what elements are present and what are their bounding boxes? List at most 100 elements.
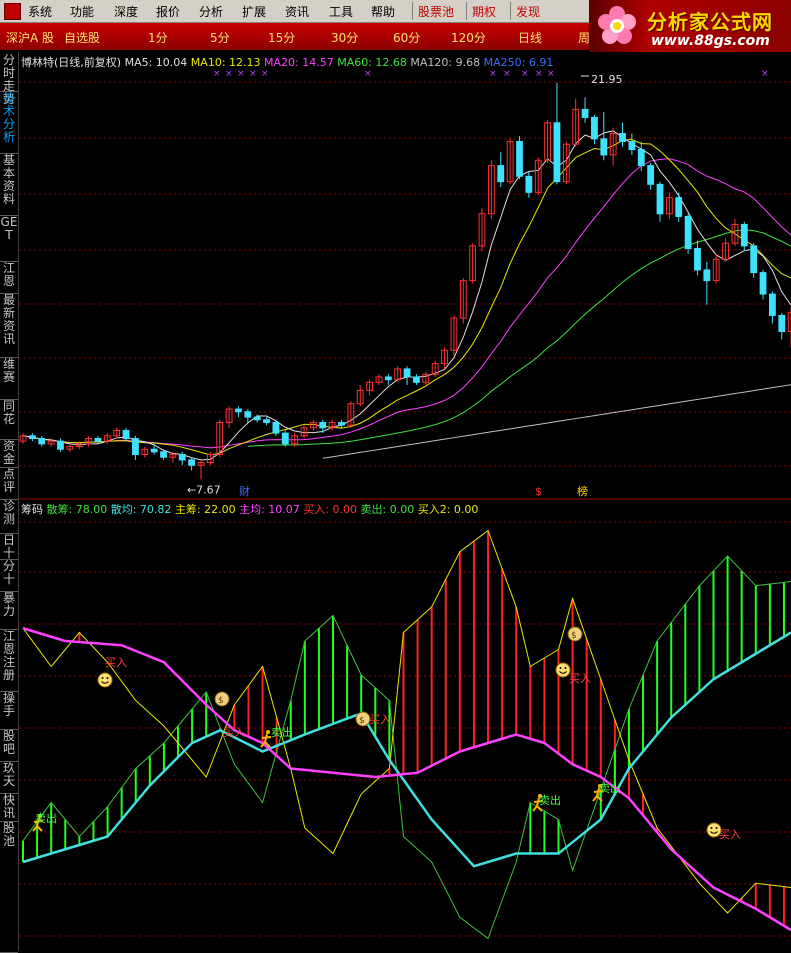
top-cross-marker-11: ×: [761, 69, 769, 79]
side-tab-9[interactable]: 点评: [0, 466, 18, 500]
side-tab-0[interactable]: 分时走势: [0, 52, 18, 106]
side-tab-13[interactable]: 暴力: [0, 590, 18, 630]
side-tab-16[interactable]: 股吧: [0, 728, 18, 762]
menu-item-2[interactable]: 深度: [114, 3, 138, 20]
side-tab-10[interactable]: 诊测: [0, 498, 18, 534]
menu-separator: [466, 2, 467, 20]
candle-body-79: [759, 272, 767, 295]
top-cross-marker-6: ×: [489, 69, 497, 79]
smiley-5-face: [555, 662, 571, 678]
event-marker-2: 榜: [577, 484, 588, 498]
buy-label-2: 买入: [223, 726, 245, 739]
menu-item-3[interactable]: 报价: [156, 3, 180, 20]
menu-special-2[interactable]: 发现: [516, 3, 540, 20]
side-tab-17[interactable]: 玖天: [0, 760, 18, 794]
candle-body-68: [656, 183, 664, 215]
top-cross-marker-9: ×: [535, 69, 543, 79]
buy-label-10: 买入: [719, 828, 741, 841]
side-tab-19[interactable]: 股池: [0, 820, 18, 953]
candle-body-72: [694, 248, 701, 271]
signal-4-bag-mark: $: [359, 716, 365, 726]
side-tab-5[interactable]: 最新资讯: [0, 292, 18, 358]
menu-item-0[interactable]: 系统: [28, 3, 52, 20]
ma5-line: [22, 130, 791, 461]
candle-body-41: [403, 368, 411, 378]
candle-body-17: [178, 454, 186, 461]
app-menu-icon[interactable]: [4, 3, 21, 20]
candle-body-53: [516, 141, 523, 177]
upper-panel-title: 博林特(日线,前复权): [21, 56, 122, 69]
candlesticks: [19, 82, 791, 480]
candle-body-8: [94, 437, 102, 442]
side-tab-7[interactable]: 同花: [0, 398, 18, 440]
side-tab-3[interactable]: GET: [0, 214, 18, 262]
event-marker-0: 财: [239, 484, 250, 498]
low-price-label: ←7.67: [187, 483, 221, 496]
sell-label-8: 卖出: [539, 793, 561, 807]
candle-body-24: [244, 411, 252, 418]
logo-title: 分析家公式网: [647, 10, 773, 34]
side-tab-11[interactable]: 日十: [0, 532, 18, 560]
high-price-label: 21.95: [591, 73, 623, 86]
candle-body-60: [581, 108, 589, 118]
candle-body-18: [188, 459, 196, 466]
menu-item-4[interactable]: 分析: [199, 3, 223, 20]
event-marker-1: $: [535, 485, 542, 498]
period-tab-1[interactable]: 自选股: [64, 29, 100, 46]
candle-body-42: [413, 376, 420, 383]
top-cross-marker-7: ×: [503, 69, 511, 79]
menu-separator: [412, 2, 413, 20]
period-tab-3[interactable]: 5分: [210, 29, 230, 46]
period-tab-0[interactable]: 深沪A 股: [6, 29, 54, 46]
side-tab-1[interactable]: 技术分析: [0, 90, 18, 154]
chip-legend-item-6: 买入2: 0.00: [414, 503, 479, 516]
side-tab-14[interactable]: 江恩注册: [0, 628, 18, 692]
menu-special-0[interactable]: 股票池: [418, 3, 454, 20]
top-cross-marker-1: ×: [225, 69, 233, 79]
retail-chip-line: [22, 555, 791, 940]
period-tab-8[interactable]: 日线: [518, 29, 542, 46]
period-tab-5[interactable]: 30分: [331, 29, 358, 46]
ma-legend-item-3: MA60: 12.68: [333, 56, 407, 69]
main-avg-line: [22, 627, 791, 932]
candle-body-78: [750, 245, 758, 274]
menu-item-5[interactable]: 扩展: [242, 3, 266, 20]
top-cross-marker-4: ×: [261, 69, 269, 79]
smiley-5-eye-l: [559, 667, 562, 669]
side-tab-2[interactable]: 基本资料: [0, 152, 18, 216]
ma120-line: [322, 384, 791, 459]
main-chip-line: [22, 529, 791, 914]
period-tab-6[interactable]: 60分: [393, 29, 420, 46]
ma-legend-item-5: MA250: 6.91: [480, 56, 554, 69]
menu-item-1[interactable]: 功能: [70, 3, 94, 20]
top-cross-marker-2: ×: [237, 69, 245, 79]
period-tab-bar: 深沪A 股自选股 1分 5分 15分 30分 60分 120分 日线周: [0, 23, 590, 50]
candle-body-23: [235, 408, 242, 413]
menu-item-6[interactable]: 资讯: [285, 3, 309, 20]
side-tab-6[interactable]: 维赛: [0, 356, 18, 400]
menu-item-8[interactable]: 帮助: [371, 3, 395, 20]
candle-body-32: [319, 421, 327, 429]
side-tab-4[interactable]: 江恩: [0, 260, 18, 294]
ma-legend-item-2: MA20: 14.57: [260, 56, 334, 69]
candle-body-81: [778, 314, 786, 332]
ma10-line: [22, 138, 791, 456]
period-tab-7[interactable]: 120分: [451, 29, 486, 46]
side-tab-12[interactable]: 分十: [0, 558, 18, 592]
candle-body-39: [384, 376, 392, 381]
side-tab-18[interactable]: 快讯: [0, 792, 18, 822]
candle-body-65: [628, 141, 636, 151]
menu-item-7[interactable]: 工具: [329, 3, 353, 20]
ma-legend-item-0: MA5: 10.04: [124, 56, 188, 69]
candle-body-34: [338, 421, 345, 426]
logo-url: www.88gs.com: [651, 33, 770, 49]
ma-legend-item-1: MA10: 12.13: [187, 56, 261, 69]
side-tab-15[interactable]: 操手: [0, 690, 18, 730]
side-tab-8[interactable]: 资金: [0, 438, 18, 468]
upper-panel-header: 博林特(日线,前复权) MA5: 10.04 MA10: 12.13 MA20:…: [21, 54, 553, 70]
chip-legend-item-5: 卖出: 0.00: [357, 503, 415, 516]
period-tab-4[interactable]: 15分: [268, 29, 295, 46]
candle-body-73: [703, 269, 711, 282]
period-tab-2[interactable]: 1分: [148, 29, 168, 46]
menu-special-1[interactable]: 期权: [472, 3, 496, 20]
